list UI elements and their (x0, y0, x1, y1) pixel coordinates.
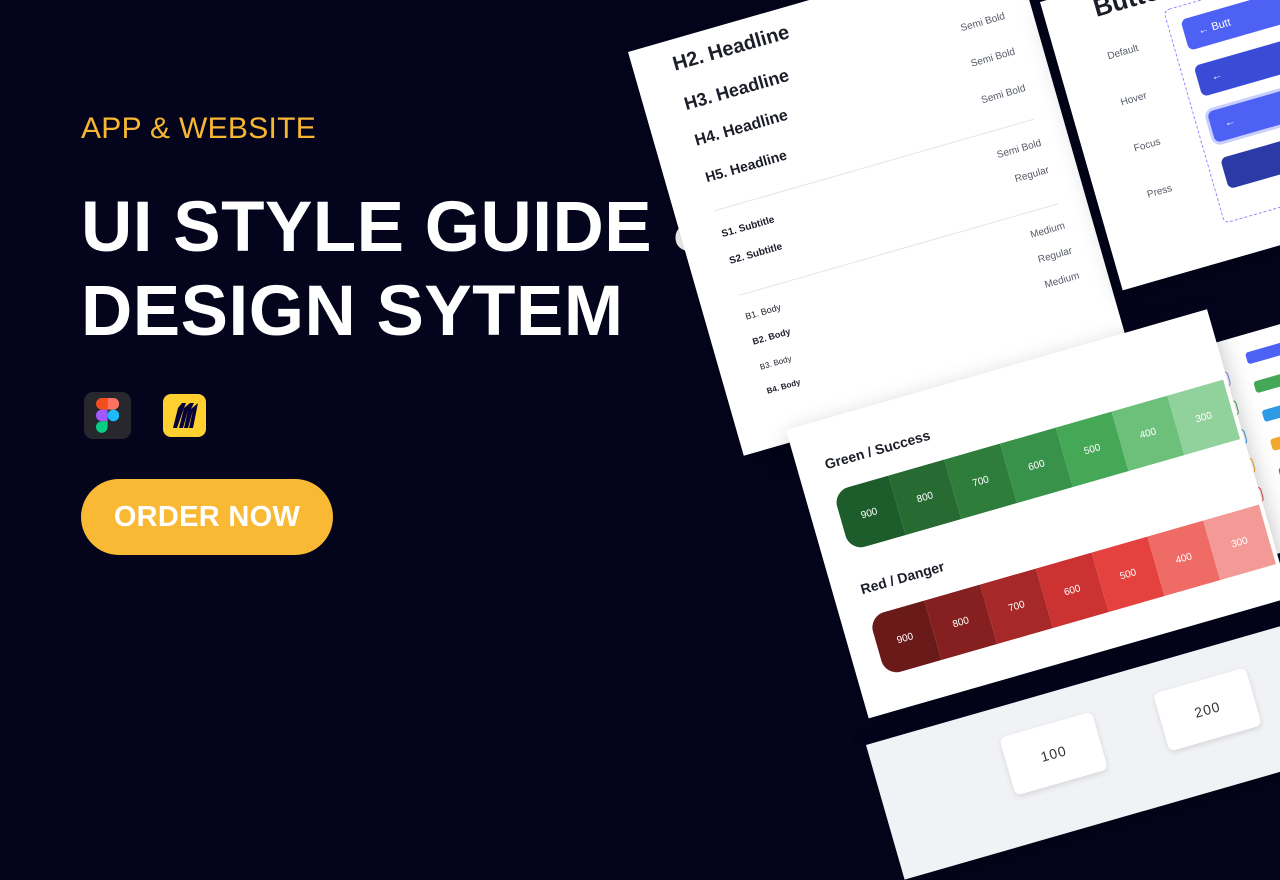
typography-weight: Regular (1013, 164, 1051, 186)
typography-sample: B1. Body (744, 301, 783, 322)
hero-title: UI STYLE GUIDE & DESIGN SYTEM (81, 186, 724, 354)
typography-sample: B2. Body (751, 326, 792, 347)
typography-sample: H4. Headline (692, 106, 790, 150)
miro-icon (163, 394, 206, 437)
sample-button-label: Butt (1210, 16, 1233, 34)
typography-weight: Medium (1029, 220, 1067, 241)
arrow-left-icon: ← (1209, 68, 1224, 84)
palette-title: Red / Danger (858, 558, 947, 598)
badge-sky (1261, 399, 1280, 423)
typography-sample: H3. Headline (681, 65, 792, 115)
typography-sample: S2. Subtitle (728, 241, 784, 267)
typography-sample: H5. Headline (703, 146, 789, 186)
typography-sample: S1. Subtitle (720, 214, 776, 240)
typography-weight: Semi Bold (980, 83, 1027, 107)
palette-title: Green / Success (822, 426, 932, 473)
spacing-box: 200 (1153, 667, 1262, 752)
arrow-left-icon: ← (1223, 115, 1237, 130)
hero-eyebrow: APP & WEBSITE (81, 112, 317, 145)
badge-blue (1244, 341, 1280, 365)
hero-title-line-2: DESIGN SYTEM (81, 272, 624, 351)
typography-weight: Regular (1036, 245, 1074, 266)
typography-weight: Semi Bold (969, 46, 1017, 70)
typography-weight: Medium (1043, 270, 1081, 291)
hero-title-line-1: UI STYLE GUIDE & (81, 188, 725, 267)
state-label-press: Press (1145, 183, 1174, 201)
figma-icon (84, 392, 131, 439)
badge-green (1253, 370, 1280, 394)
typography-weight: Semi Bold (959, 10, 1007, 35)
order-now-button[interactable]: ORDER NOW (81, 479, 333, 555)
badge-orange (1269, 428, 1280, 452)
spacing-box: 100 (999, 711, 1109, 796)
state-label-default: Default (1106, 42, 1140, 63)
state-label-hover: Hover (1119, 90, 1149, 109)
state-label-focus: Focus (1132, 136, 1162, 155)
typography-sample: B4. Body (765, 377, 802, 396)
typography-weight: Semi Bold (995, 137, 1043, 162)
hero-section: APP & WEBSITE UI STYLE GUIDE & DESIGN SY… (0, 0, 724, 769)
typography-sample: B3. Body (758, 354, 793, 372)
